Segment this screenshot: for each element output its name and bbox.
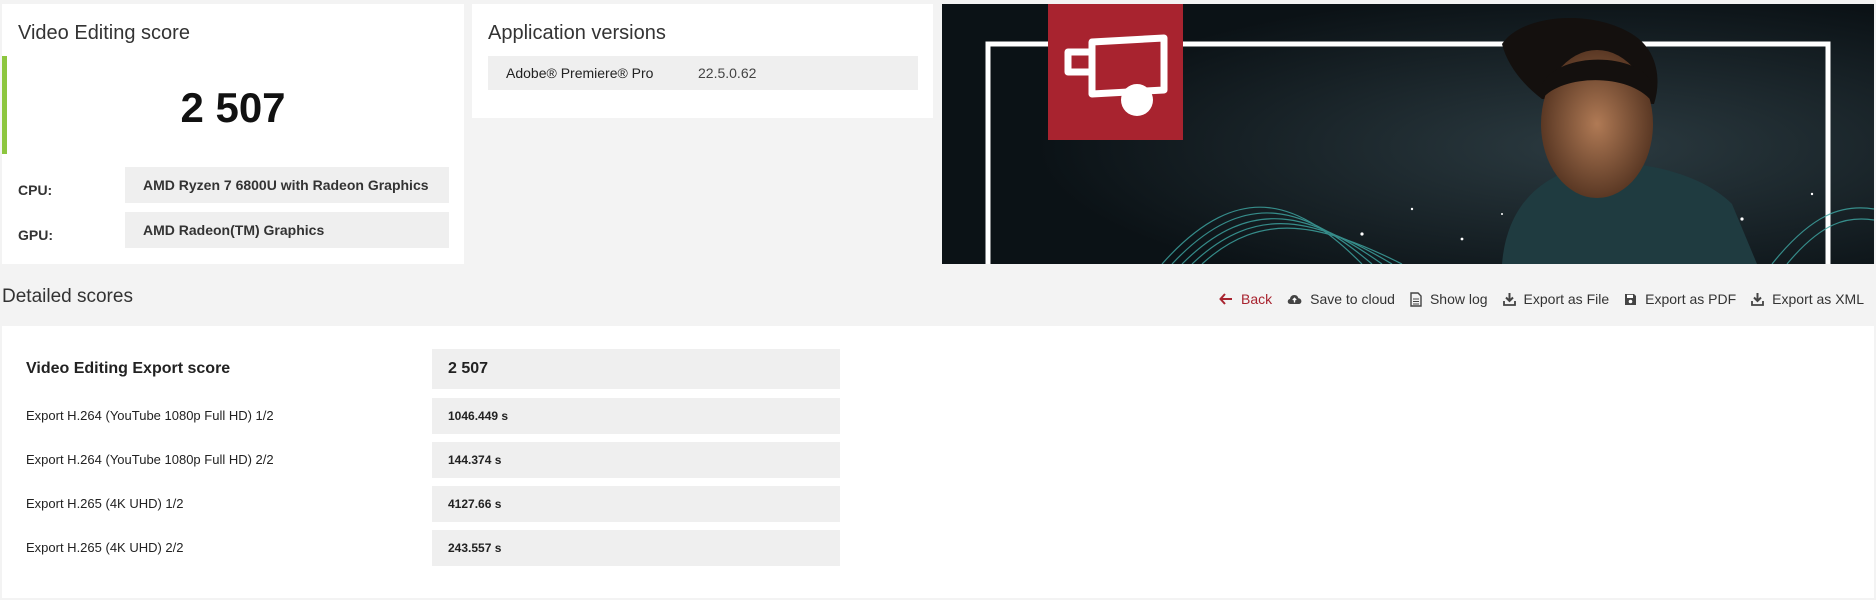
download-icon [1502,292,1516,306]
gpu-value: AMD Radeon(TM) Graphics [125,212,449,248]
detail-row-value: 1046.449 s [432,398,840,434]
back-button[interactable]: Back [1219,291,1272,307]
export-as-xml-label: Export as XML [1772,291,1864,307]
download-icon [1751,292,1765,306]
application-versions-card: Application versions Adobe® Premiere® Pr… [472,4,933,118]
detail-row-value: 4127.66 s [432,486,840,522]
score-card-title: Video Editing score [18,22,190,44]
back-label: Back [1240,291,1273,307]
application-versions-title: Application versions [488,22,666,44]
floppy-disk-icon [1624,293,1637,306]
cpu-value: AMD Ryzen 7 6800U with Radeon Graphics [125,167,449,203]
arrow-left-icon [1219,292,1233,306]
detail-row-value: 2 507 [432,349,840,389]
export-as-pdf-button[interactable]: Export as PDF [1624,291,1736,307]
detail-row-label: Export H.264 (YouTube 1080p Full HD) 2/2 [26,452,274,467]
benchmark-banner-image [942,4,1874,264]
export-as-pdf-label: Export as PDF [1645,291,1737,307]
result-actions: Back Save to cloud Show log Export as Fi… [1219,288,1864,310]
detail-row-value: 243.557 s [432,530,840,566]
application-name: Adobe® Premiere® Pro [506,65,654,81]
document-icon [1410,291,1422,307]
detail-row-label: Export H.265 (4K UHD) 1/2 [26,496,184,511]
detailed-scores-panel: Video Editing Export score 2 507 Export … [2,326,1874,598]
detail-row-label: Video Editing Export score [26,360,231,377]
application-version-row: Adobe® Premiere® Pro 22.5.0.62 [488,56,918,90]
video-editing-icon [1048,4,1183,140]
show-log-button[interactable]: Show log [1410,291,1488,307]
save-to-cloud-label: Save to cloud [1310,291,1395,307]
detail-row-label: Export H.264 (YouTube 1080p Full HD) 1/2 [26,408,274,423]
export-as-file-button[interactable]: Export as File [1502,291,1610,307]
show-log-label: Show log [1429,291,1488,307]
detail-row-value: 144.374 s [432,442,840,478]
export-as-file-label: Export as File [1523,291,1610,307]
export-as-xml-button[interactable]: Export as XML [1751,291,1864,307]
gpu-label: GPU: [18,227,53,243]
score-card: Video Editing score 2 507 CPU: AMD Ryzen… [2,4,464,264]
detail-row-label: Export H.265 (4K UHD) 2/2 [26,540,184,555]
cpu-label: CPU: [18,182,53,198]
overall-score: 2 507 [180,84,286,131]
cloud-upload-icon [1287,293,1302,305]
application-version: 22.5.0.62 [698,65,757,81]
save-to-cloud-button[interactable]: Save to cloud [1287,291,1395,307]
detailed-scores-title: Detailed scores [2,286,133,307]
